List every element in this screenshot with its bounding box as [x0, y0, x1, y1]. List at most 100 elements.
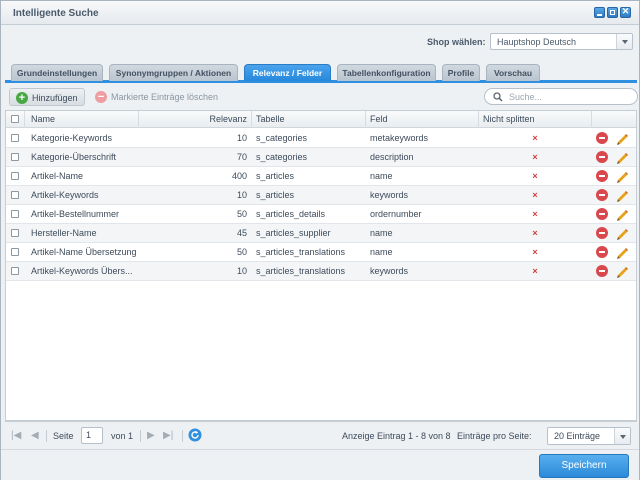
- display-info: Anzeige Eintrag 1 - 8 von 8: [342, 431, 451, 441]
- tab-relevanz-felder[interactable]: Relevanz / Felder: [244, 64, 331, 81]
- relevance-grid: Name Relevanz Tabelle Feld Nicht splitte…: [5, 110, 637, 421]
- cell-name: Hersteller-Name: [31, 228, 97, 238]
- row-checkbox[interactable]: [11, 172, 19, 180]
- cell-field: ordernumber: [370, 209, 422, 219]
- row-checkbox[interactable]: [11, 191, 19, 199]
- refresh-icon[interactable]: [188, 428, 202, 442]
- cell-name: Artikel-Keywords Übers...: [31, 266, 133, 276]
- row-checkbox[interactable]: [11, 248, 19, 256]
- previous-page-icon[interactable]: ◀: [31, 430, 39, 441]
- column-relevance[interactable]: Relevanz: [139, 111, 252, 128]
- edit-pencil-icon[interactable]: [615, 226, 629, 240]
- cell-field: name: [370, 228, 393, 238]
- title-bar[interactable]: Intelligente Suche ✕: [1, 1, 639, 25]
- select-all-column[interactable]: [6, 111, 25, 128]
- column-name[interactable]: Name: [25, 111, 139, 128]
- chevron-down-icon[interactable]: [616, 34, 632, 49]
- no-split-false-icon: ×: [532, 228, 538, 238]
- tab-grundeinstellungen[interactable]: Grundeinstellungen: [11, 64, 103, 81]
- delete-row-icon[interactable]: [596, 132, 608, 144]
- delete-row-icon[interactable]: [596, 189, 608, 201]
- shop-selector-row: Shop wählen: Hauptshop Deutsch: [1, 25, 639, 55]
- delete-row-icon[interactable]: [596, 246, 608, 258]
- tab-vorschau[interactable]: Vorschau: [486, 64, 540, 81]
- cell-field: description: [370, 152, 414, 162]
- per-page-label: Einträge pro Seite:: [457, 431, 532, 441]
- cell-field: metakeywords: [370, 133, 429, 143]
- table-row[interactable]: Kategorie-Keywords 10 s_categories metakeyw…: [6, 129, 636, 148]
- row-checkbox[interactable]: [11, 267, 19, 275]
- window-title: Intelligente Suche: [13, 8, 99, 19]
- window-footer: Speichern: [1, 449, 639, 480]
- delete-row-icon[interactable]: [596, 265, 608, 277]
- edit-pencil-icon[interactable]: [615, 207, 629, 221]
- search-placeholder: Suche...: [509, 92, 543, 102]
- search-field[interactable]: Suche...: [484, 88, 638, 105]
- search-icon: [493, 92, 503, 102]
- tab-synonymgruppen[interactable]: Synonymgruppen / Aktionen: [109, 64, 238, 81]
- table-row[interactable]: Artikel-Name 400 s_articles name ×: [6, 167, 636, 186]
- save-button[interactable]: Speichern: [539, 454, 629, 478]
- next-page-icon[interactable]: ▶: [147, 430, 155, 441]
- delete-row-icon[interactable]: [596, 208, 608, 220]
- delete-row-icon[interactable]: [596, 151, 608, 163]
- last-page-icon[interactable]: ▶|: [163, 430, 173, 441]
- cell-name: Kategorie-Überschrift: [31, 152, 117, 162]
- delete-selected-button[interactable]: − Markierte Einträge löschen: [89, 88, 224, 106]
- column-no-split[interactable]: Nicht splitten: [479, 111, 592, 128]
- table-row[interactable]: Artikel-Name Übersetzung 50 s_articles_tra…: [6, 243, 636, 262]
- no-split-false-icon: ×: [532, 209, 538, 219]
- cell-relevance: 400: [231, 171, 247, 181]
- minimize-icon: [597, 14, 602, 16]
- row-checkbox[interactable]: [11, 153, 19, 161]
- edit-pencil-icon[interactable]: [615, 131, 629, 145]
- pager-divider: [46, 430, 47, 442]
- table-row[interactable]: Artikel-Keywords Übers... 10 s_articles_tr…: [6, 262, 636, 281]
- no-split-false-icon: ×: [532, 247, 538, 257]
- cell-name: Artikel-Keywords: [31, 190, 99, 200]
- column-actions: [592, 111, 636, 128]
- table-row[interactable]: Hersteller-Name 45 s_articles_supplier name…: [6, 224, 636, 243]
- row-checkbox[interactable]: [11, 134, 19, 142]
- add-button[interactable]: + Hinzufügen: [9, 88, 85, 106]
- search-settings-window: Intelligente Suche ✕ Shop wählen: Haupts…: [0, 0, 640, 480]
- edit-pencil-icon[interactable]: [615, 188, 629, 202]
- close-button[interactable]: ✕: [620, 6, 631, 18]
- column-table[interactable]: Tabelle: [252, 111, 366, 128]
- no-split-false-icon: ×: [532, 190, 538, 200]
- cell-name: Artikel-Name: [31, 171, 84, 181]
- edit-pencil-icon[interactable]: [615, 264, 629, 278]
- cell-relevance: 50: [236, 209, 247, 219]
- add-button-label: Hinzufügen: [32, 93, 78, 103]
- row-checkbox[interactable]: [11, 210, 19, 218]
- cell-name: Artikel-Name Übersetzung: [31, 247, 137, 257]
- no-split-false-icon: ×: [532, 133, 538, 143]
- tab-bar: Grundeinstellungen Synonymgruppen / Akti…: [5, 59, 637, 83]
- tab-tabellenkonfiguration[interactable]: Tabellenkonfiguration: [337, 64, 436, 81]
- chevron-down-icon[interactable]: [614, 428, 630, 444]
- delete-row-icon[interactable]: [596, 170, 608, 182]
- cell-relevance: 45: [236, 228, 247, 238]
- grid-header: Name Relevanz Tabelle Feld Nicht splitte…: [6, 111, 636, 128]
- edit-pencil-icon[interactable]: [615, 150, 629, 164]
- table-row[interactable]: Artikel-Keywords 10 s_articles keywords ×: [6, 186, 636, 205]
- maximize-button[interactable]: [607, 7, 618, 18]
- grid-toolbar: + Hinzufügen − Markierte Einträge lösche…: [5, 85, 638, 109]
- shop-select[interactable]: Hauptshop Deutsch: [490, 33, 633, 50]
- table-row[interactable]: Kategorie-Überschrift 70 s_categories descr…: [6, 148, 636, 167]
- select-all-checkbox[interactable]: [11, 115, 19, 123]
- row-checkbox[interactable]: [11, 229, 19, 237]
- first-page-icon[interactable]: |◀: [11, 430, 21, 441]
- tab-profile[interactable]: Profile: [442, 64, 480, 81]
- cell-field: keywords: [370, 190, 409, 200]
- delete-row-icon[interactable]: [596, 227, 608, 239]
- minimize-button[interactable]: [594, 7, 605, 18]
- edit-pencil-icon[interactable]: [615, 245, 629, 259]
- table-row[interactable]: Artikel-Bestellnummer 50 s_articles_detail…: [6, 205, 636, 224]
- per-page-select[interactable]: 20 Einträge: [547, 427, 631, 445]
- cell-table: s_articles: [256, 190, 295, 200]
- edit-pencil-icon[interactable]: [615, 169, 629, 183]
- page-number-input[interactable]: 1: [81, 427, 103, 444]
- column-field[interactable]: Feld: [366, 111, 479, 128]
- pagination-bar: |◀ ◀ Seite 1 von 1 ▶ ▶| Anzeige Eintrag …: [5, 421, 637, 449]
